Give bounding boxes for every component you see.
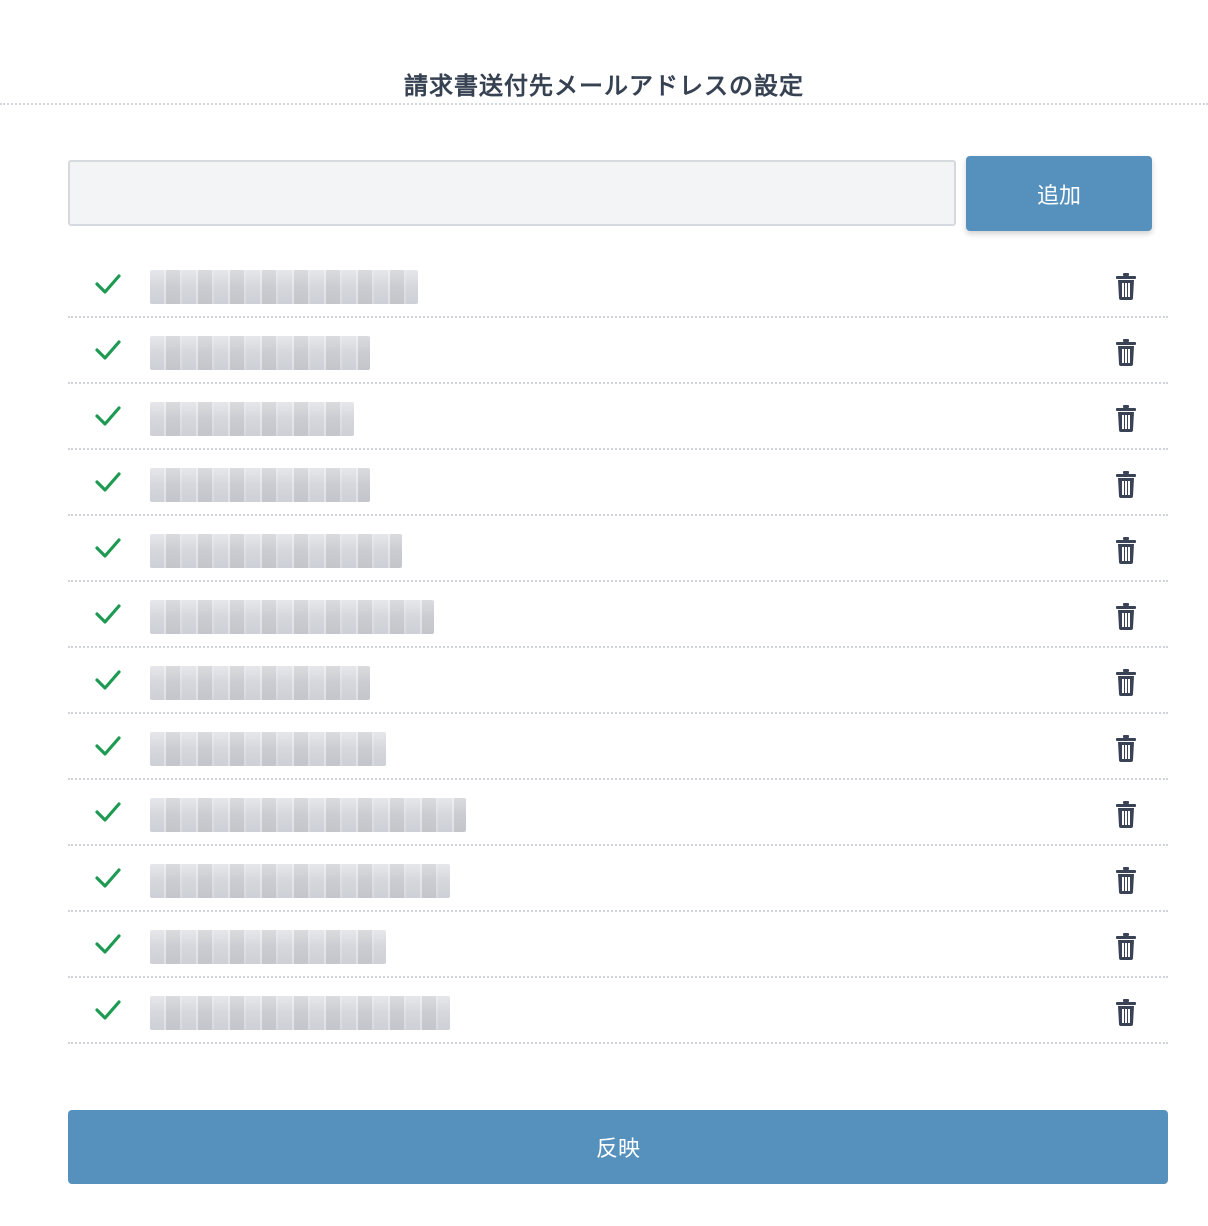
trash-icon bbox=[1116, 603, 1136, 630]
apply-button[interactable]: 反映 bbox=[68, 1110, 1168, 1184]
email-row bbox=[68, 714, 1168, 780]
trash-icon bbox=[1116, 273, 1136, 300]
email-address bbox=[150, 864, 450, 898]
email-address bbox=[150, 534, 402, 568]
trash-icon bbox=[1116, 867, 1136, 894]
email-row bbox=[68, 978, 1168, 1044]
check-icon bbox=[95, 538, 121, 558]
email-address bbox=[150, 600, 434, 634]
delete-email-button[interactable] bbox=[1110, 930, 1142, 962]
delete-email-button[interactable] bbox=[1110, 732, 1142, 764]
email-row bbox=[68, 780, 1168, 846]
email-address bbox=[150, 732, 386, 766]
add-button[interactable]: 追加 bbox=[966, 156, 1152, 231]
delete-email-button[interactable] bbox=[1110, 864, 1142, 896]
email-address bbox=[150, 996, 450, 1030]
trash-icon bbox=[1116, 339, 1136, 366]
email-address bbox=[150, 468, 370, 502]
delete-email-button[interactable] bbox=[1110, 666, 1142, 698]
email-row bbox=[68, 846, 1168, 912]
email-row bbox=[68, 384, 1168, 450]
check-icon bbox=[95, 472, 121, 492]
delete-email-button[interactable] bbox=[1110, 600, 1142, 632]
title-divider bbox=[0, 103, 1208, 105]
check-icon bbox=[95, 604, 121, 624]
email-list bbox=[68, 252, 1168, 1044]
trash-icon bbox=[1116, 537, 1136, 564]
check-icon bbox=[95, 406, 121, 426]
trash-icon bbox=[1116, 801, 1136, 828]
email-address bbox=[150, 666, 370, 700]
delete-email-button[interactable] bbox=[1110, 468, 1142, 500]
delete-email-button[interactable] bbox=[1110, 534, 1142, 566]
trash-icon bbox=[1116, 735, 1136, 762]
trash-icon bbox=[1116, 933, 1136, 960]
check-icon bbox=[95, 670, 121, 690]
email-row bbox=[68, 318, 1168, 384]
delete-email-button[interactable] bbox=[1110, 798, 1142, 830]
delete-email-button[interactable] bbox=[1110, 270, 1142, 302]
email-address bbox=[150, 336, 370, 370]
check-icon bbox=[95, 1000, 121, 1020]
email-address bbox=[150, 402, 354, 436]
email-address bbox=[150, 798, 466, 832]
check-icon bbox=[95, 802, 121, 822]
email-row bbox=[68, 582, 1168, 648]
trash-icon bbox=[1116, 405, 1136, 432]
email-address bbox=[150, 270, 418, 304]
check-icon bbox=[95, 868, 121, 888]
check-icon bbox=[95, 934, 121, 954]
email-row bbox=[68, 516, 1168, 582]
trash-icon bbox=[1116, 999, 1136, 1026]
check-icon bbox=[95, 736, 121, 756]
email-address bbox=[150, 930, 386, 964]
delete-email-button[interactable] bbox=[1110, 336, 1142, 368]
check-icon bbox=[95, 340, 121, 360]
check-icon bbox=[95, 274, 121, 294]
email-row bbox=[68, 252, 1168, 318]
email-input[interactable] bbox=[68, 160, 956, 226]
page-title: 請求書送付先メールアドレスの設定 bbox=[404, 72, 804, 101]
email-row bbox=[68, 450, 1168, 516]
delete-email-button[interactable] bbox=[1110, 402, 1142, 434]
email-row bbox=[68, 648, 1168, 714]
email-row bbox=[68, 912, 1168, 978]
trash-icon bbox=[1116, 669, 1136, 696]
delete-email-button[interactable] bbox=[1110, 996, 1142, 1028]
trash-icon bbox=[1116, 471, 1136, 498]
